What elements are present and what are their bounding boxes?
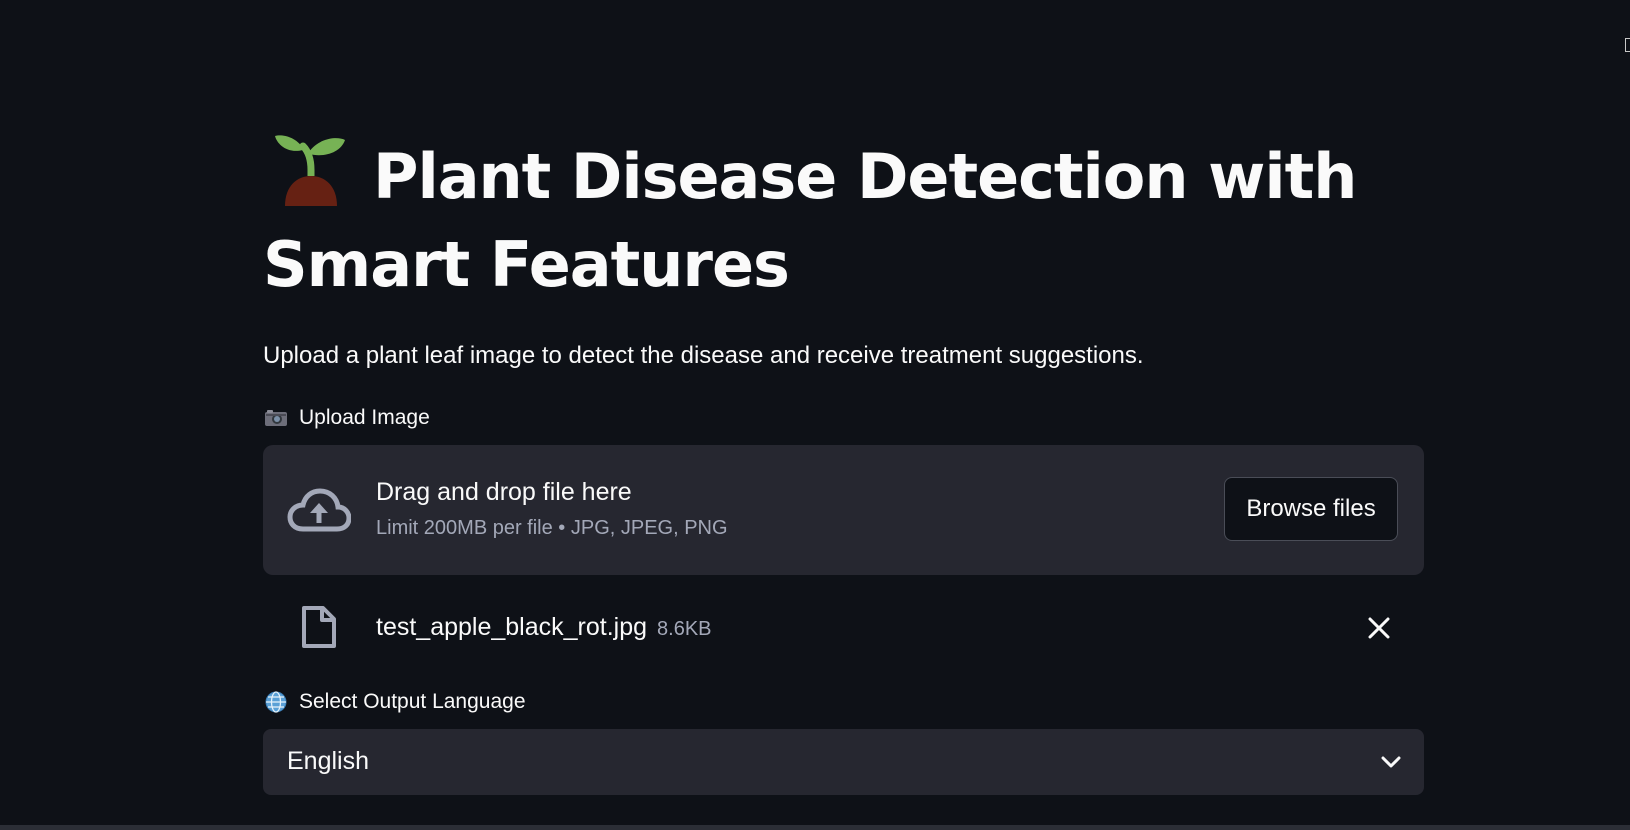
drop-instructions: Drag and drop file here (376, 478, 632, 506)
browse-files-button[interactable]: Browse files (1224, 477, 1398, 541)
upload-limit-text: Limit 200MB per file • JPG, JPEG, PNG (376, 517, 728, 539)
camera-icon (263, 407, 289, 429)
uploaded-file-name: test_apple_black_rot.jpg (376, 613, 648, 641)
file-icon (302, 606, 336, 648)
language-field-label: Select Output Language (263, 685, 1424, 719)
language-label-text: Select Output Language (299, 690, 526, 713)
uploaded-file-size: 8.6KB (657, 618, 712, 640)
language-select[interactable]: English (263, 729, 1424, 795)
page-title-text: Plant Disease Detection with Smart Featu… (263, 140, 1357, 301)
upload-label-text: Upload Image (299, 406, 430, 429)
close-icon[interactable] (1364, 613, 1394, 643)
uploaded-file-info: test_apple_black_rot.jpg 8.6KB (376, 613, 712, 642)
uploaded-file-item: test_apple_black_rot.jpg 8.6KB (263, 575, 1424, 681)
dropzone-text: Drag and drop file here Limit 200MB per … (376, 475, 728, 540)
language-select-value: English (287, 747, 369, 775)
cloud-upload-icon (287, 488, 351, 532)
bottom-scroll-edge (0, 825, 1630, 830)
seedling-icon (275, 135, 345, 206)
file-dropzone[interactable]: Drag and drop file here Limit 200MB per … (263, 445, 1424, 575)
app-page: Plant Disease Detection with Smart Featu… (0, 0, 1630, 830)
upload-field-label: Upload Image (263, 401, 1424, 435)
main-content: Plant Disease Detection with Smart Featu… (263, 130, 1424, 795)
chevron-down-icon[interactable] (1380, 753, 1402, 771)
corner-marker (1625, 38, 1630, 52)
page-subtitle: Upload a plant leaf image to detect the … (263, 342, 1144, 369)
globe-icon (263, 691, 289, 713)
page-title: Plant Disease Detection with Smart Featu… (263, 130, 1424, 309)
